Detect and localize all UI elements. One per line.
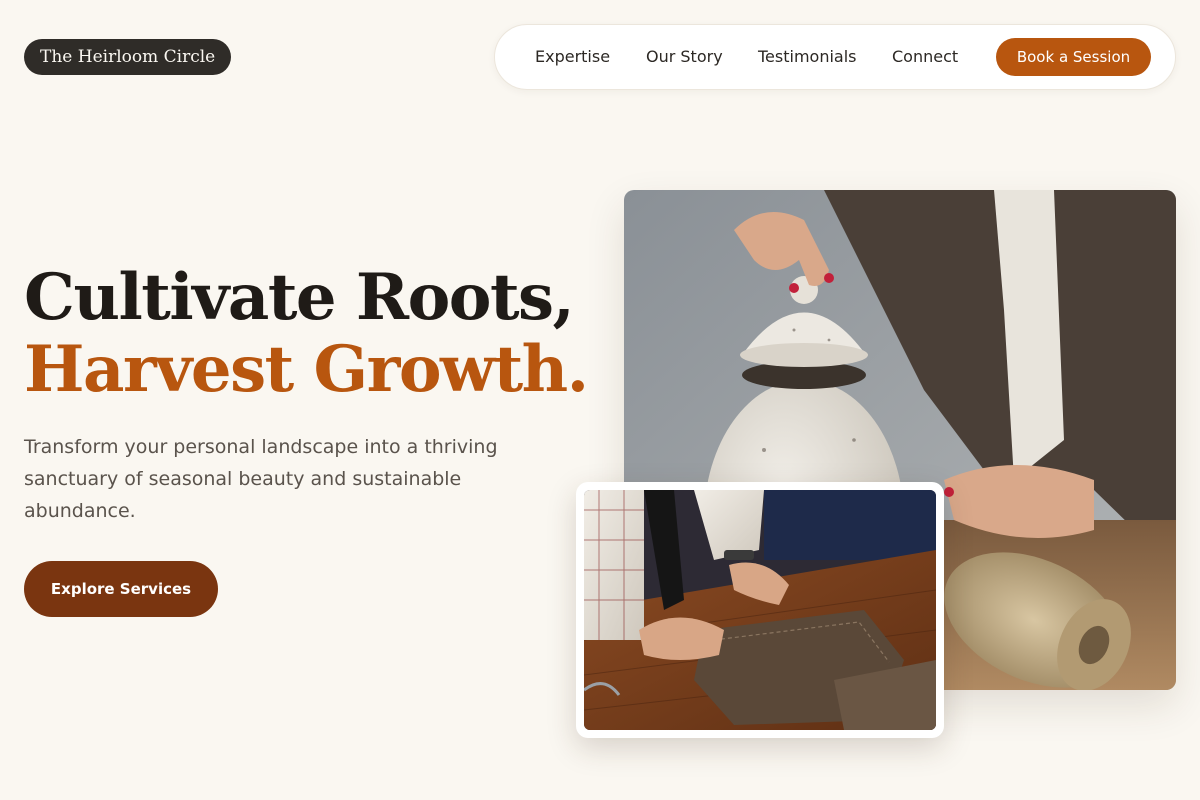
tailoring-photo [584,490,936,730]
landing-page: The Heirloom Circle Expertise Our Story … [0,0,1200,800]
nav-link-connect[interactable]: Connect [892,47,958,66]
hero-headline-line1: Cultivate Roots, [24,260,575,335]
book-session-button[interactable]: Book a Session [996,38,1151,76]
hero-description: Transform your personal landscape into a… [24,436,498,522]
nav-link-our-story[interactable]: Our Story [646,47,723,66]
main-nav: Expertise Our Story Testimonials Connect… [494,24,1176,90]
hero-headline: Cultivate Roots, Harvest Growth. [24,260,589,407]
brand-logo[interactable]: The Heirloom Circle [24,39,232,75]
explore-services-button[interactable]: Explore Services [24,561,218,617]
brand-name: The Heirloom Circle [40,47,216,67]
tailoring-illustration [584,490,936,730]
hero-headline-line2: Harvest Growth. [24,332,589,407]
nav-link-expertise[interactable]: Expertise [535,47,610,66]
nav-link-testimonials[interactable]: Testimonials [758,47,857,66]
tailoring-photo-card [576,482,944,738]
